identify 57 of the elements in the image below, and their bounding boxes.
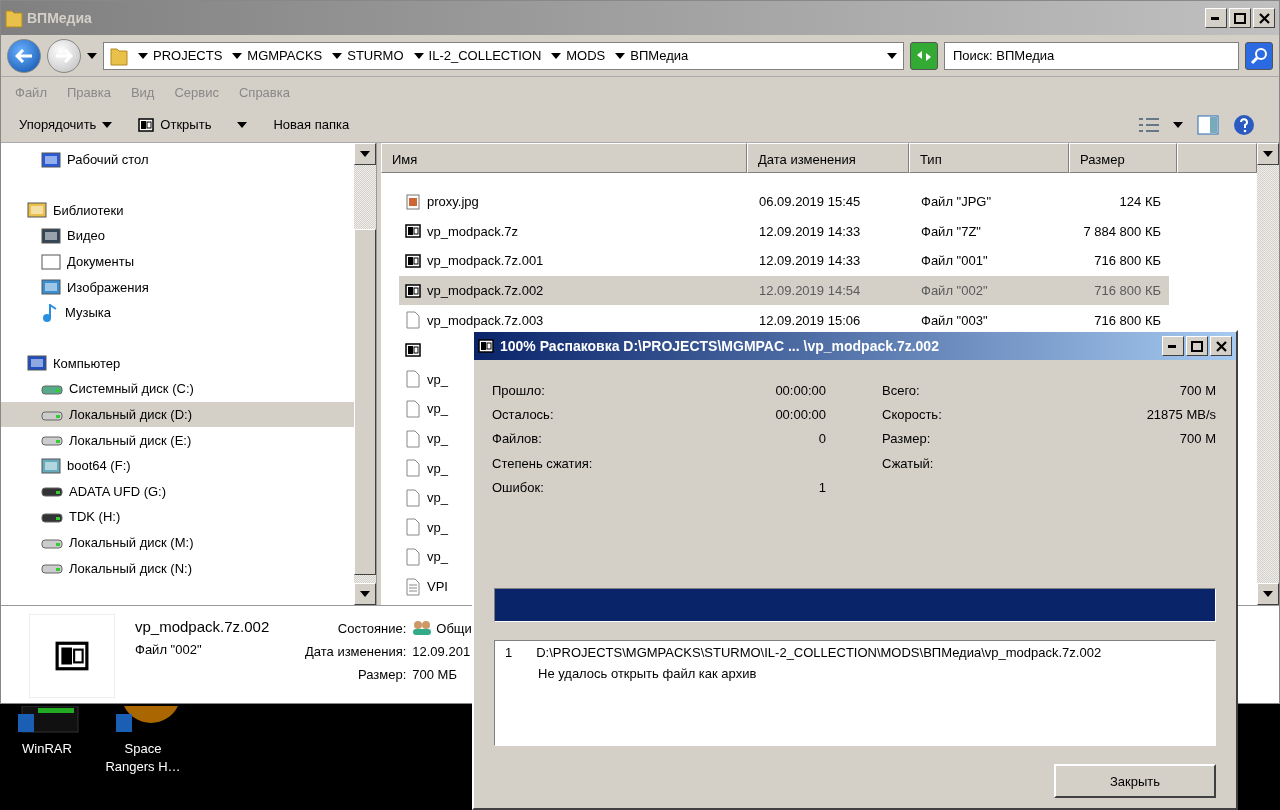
date-cell-text: 06.09.2019 15:45 xyxy=(758,194,862,210)
stat-value: 0 xyxy=(818,431,826,447)
file-name: VPI xyxy=(427,579,448,594)
file-name: proxy.jpg xyxy=(427,194,479,210)
property-value: Общи xyxy=(436,620,472,636)
type-cell-text: Файл "JPG" xyxy=(920,194,993,210)
file-type: Файл "002" xyxy=(135,642,203,657)
size-cell-text: 7 884 800 КБ xyxy=(1082,223,1162,239)
stat-label: Файлов: xyxy=(492,431,542,447)
file-name: vp_ xyxy=(427,431,448,447)
file-name: vp_modpack.7z.002 xyxy=(135,618,271,636)
size-cell-text: 124 КБ xyxy=(1118,194,1162,210)
stat-label: Ошибок: xyxy=(492,480,544,496)
stat-label: Скорость: xyxy=(882,407,942,423)
dialog-title: 100% Распаковка D:\PROJECTS\MGMPAC ... \vp_modpack.7z.002 xyxy=(500,338,940,354)
date-cell-text: 12.09.2019 14:33 xyxy=(758,253,862,269)
date-cell-text: 12.09.2019 14:54 xyxy=(758,283,862,299)
stat-value: 00:00:00 xyxy=(775,407,826,423)
stat-label: Всего: xyxy=(882,382,920,398)
date-cell-text: 12.09.2019 15:06 xyxy=(758,312,862,328)
file-name: vp_ xyxy=(427,460,448,476)
property-value: 12.09.201 xyxy=(412,644,471,659)
property-label: Размер: xyxy=(357,667,407,682)
date-cell-text: 12.09.2019 14:33 xyxy=(758,223,862,239)
size-cell-text: 716 800 КБ xyxy=(1093,283,1162,299)
window-title: ВПМедиа xyxy=(27,10,93,26)
size-cell-text: 716 800 КБ xyxy=(1093,253,1162,269)
stat-label: Степень сжатия: xyxy=(492,455,593,471)
type-cell-text: Файл "003" xyxy=(920,312,989,328)
file-name: vp_ xyxy=(427,549,448,565)
file-name: vp_modpack.7z.003 xyxy=(427,312,544,328)
message-path: D:\PROJECTS\MGMPACKS\STURMO\IL-2_COLLECTION\MODS\ВПМедиа\vp_modpack.7z.002 xyxy=(536,645,1102,660)
size-cell-text: 716 800 КБ xyxy=(1093,312,1162,328)
file-name: vp_modpack.7z.002 xyxy=(427,283,544,299)
stat-label: Осталось: xyxy=(492,407,554,423)
stat-value: 700 M xyxy=(1179,382,1216,398)
type-cell-text: Файл "001" xyxy=(920,253,989,269)
type-cell-text: Файл "002" xyxy=(920,283,989,299)
stat-label: Размер: xyxy=(882,431,931,447)
file-name: vp_ xyxy=(427,519,448,535)
file-name: vp_ xyxy=(427,490,448,506)
property-value: 700 МБ xyxy=(412,667,457,682)
stat-value: 00:00:00 xyxy=(775,382,826,398)
file-name: vp_ xyxy=(427,401,448,417)
stat-value: 1 xyxy=(818,480,826,496)
stat-label: Прошло: xyxy=(492,382,545,398)
property-label: Дата изменения: xyxy=(305,644,407,659)
file-name: vp_modpack.7z.001 xyxy=(427,253,544,269)
message-text: Не удалось открыть файл как архив xyxy=(537,666,758,681)
stat-value: 21875 MB/s xyxy=(1146,407,1216,423)
type-cell-text: Файл "7Z" xyxy=(920,223,982,239)
property-label: Состояние: xyxy=(336,620,407,636)
file-name: vp_modpack.7z xyxy=(427,223,519,239)
stat-value: 700 M xyxy=(1179,431,1216,447)
message-number: 1 xyxy=(505,645,513,660)
stat-label: Сжатый: xyxy=(882,455,934,471)
file-name: vp_ xyxy=(427,371,448,387)
